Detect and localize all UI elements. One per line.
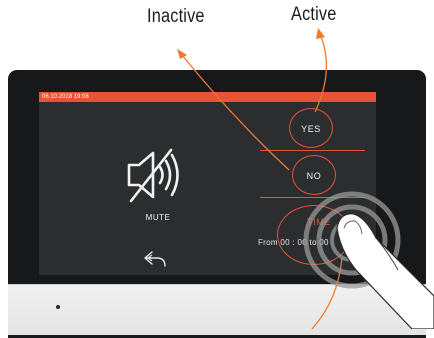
status-bar: 06.10.2018 19:08: [39, 92, 376, 102]
speaker-muted-icon[interactable]: [123, 144, 189, 211]
touch-screen: 06.10.2018 19:08 MUTE YES NO TIME From 0…: [39, 92, 376, 275]
active-callout-label: Active: [291, 4, 337, 25]
time-button[interactable]: TIME: [289, 217, 349, 227]
yes-button[interactable]: YES: [289, 124, 333, 134]
no-button[interactable]: NO: [292, 171, 336, 181]
inactive-callout-label: Inactive: [147, 6, 205, 27]
row-divider: [260, 150, 365, 151]
back-arrow-icon[interactable]: [143, 250, 169, 273]
mute-label: MUTE: [145, 213, 171, 222]
device-bottom-panel: [8, 284, 426, 335]
time-range-field[interactable]: From 00 : 00 to 00: [258, 238, 329, 247]
row-divider: [260, 197, 365, 198]
status-datetime: 06.10.2018 19:08: [42, 94, 89, 100]
indicator-led: [56, 305, 60, 309]
time-option-ring: [277, 205, 351, 265]
